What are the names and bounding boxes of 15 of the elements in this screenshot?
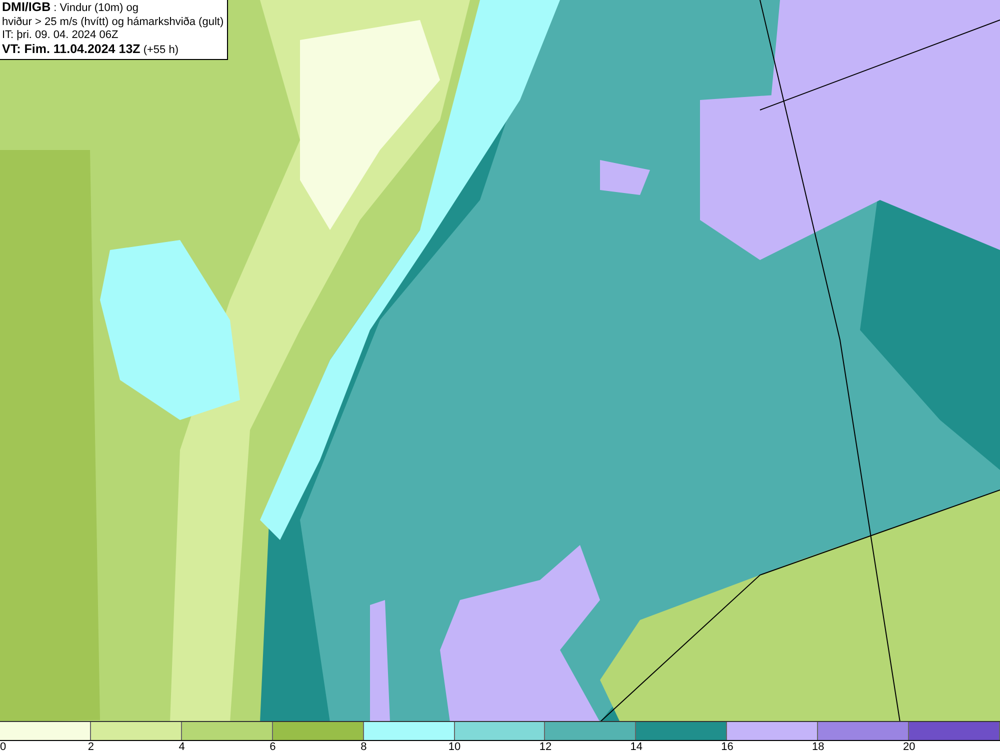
title-line: DMI/IGB : Vindur (10m) og — [2, 1, 140, 16]
tick-label: 14 — [630, 741, 642, 753]
tick-label: 6 — [270, 741, 276, 753]
tick-label: 18 — [812, 741, 824, 753]
title-line: VT: Fim. 11.04.2024 13Z (+55 h) — [2, 42, 180, 57]
title-line: IT: þri. 09. 04. 2024 06Z — [2, 29, 120, 42]
tick-label: 4 — [178, 741, 185, 753]
tick-label: 10 — [448, 741, 461, 753]
tick-label: 12 — [539, 741, 552, 753]
tick-label: 16 — [721, 741, 734, 753]
tick-label: 0 — [0, 741, 6, 753]
tick-label: 20 — [902, 741, 916, 753]
tick-label: 8 — [360, 741, 367, 753]
title-line: hviður > 25 m/s (hvítt) og hámarkshviða (gult) — [2, 16, 224, 29]
tick-label: 2 — [88, 741, 94, 753]
